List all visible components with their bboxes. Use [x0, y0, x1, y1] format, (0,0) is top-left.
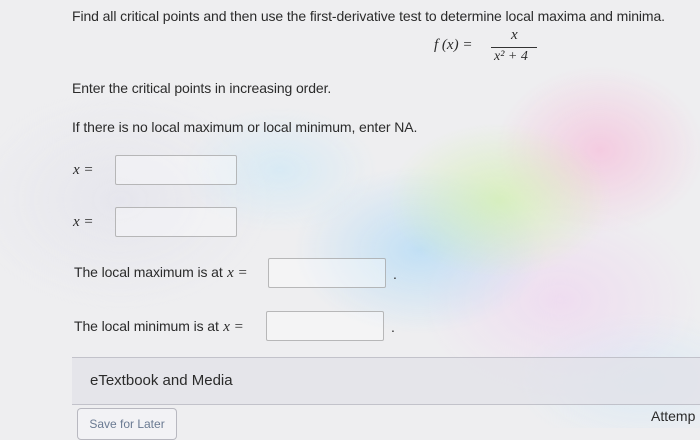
critical-point-2-label: x = — [73, 214, 94, 230]
local-max-label: The local maximum is at — [74, 264, 223, 280]
attempts-label: Attemp — [651, 408, 696, 424]
local-max-period: . — [393, 266, 397, 282]
instruction-na: If there is no local maximum or local mi… — [72, 119, 418, 135]
function-numerator: x — [511, 27, 518, 43]
local-max-var: x = — [227, 265, 248, 281]
local-min-row: The local minimum is at x = — [74, 318, 244, 336]
local-min-input[interactable] — [266, 311, 384, 341]
critical-point-1-input[interactable] — [115, 155, 237, 185]
save-for-later-button[interactable]: Save for Later — [77, 408, 177, 440]
function-lhs: f (x) = — [434, 37, 473, 53]
question-prompt: Find all critical points and then use th… — [72, 8, 665, 24]
local-min-var: x = — [223, 319, 244, 335]
function-definition: f (x) = x x² + 4 — [434, 27, 544, 68]
local-min-label: The local minimum is at — [74, 318, 219, 334]
instruction-order: Enter the critical points in increasing … — [72, 80, 332, 96]
local-min-period: . — [391, 319, 395, 335]
function-denominator: x² + 4 — [494, 49, 528, 64]
local-max-row: The local maximum is at x = — [74, 264, 248, 282]
fraction-bar — [491, 47, 537, 48]
critical-point-1-label: x = — [73, 162, 94, 178]
local-max-input[interactable] — [268, 258, 386, 288]
etextbook-media-panel[interactable]: eTextbook and Media — [72, 357, 700, 405]
critical-point-2-input[interactable] — [115, 207, 237, 237]
etextbook-media-label: eTextbook and Media — [90, 372, 233, 389]
